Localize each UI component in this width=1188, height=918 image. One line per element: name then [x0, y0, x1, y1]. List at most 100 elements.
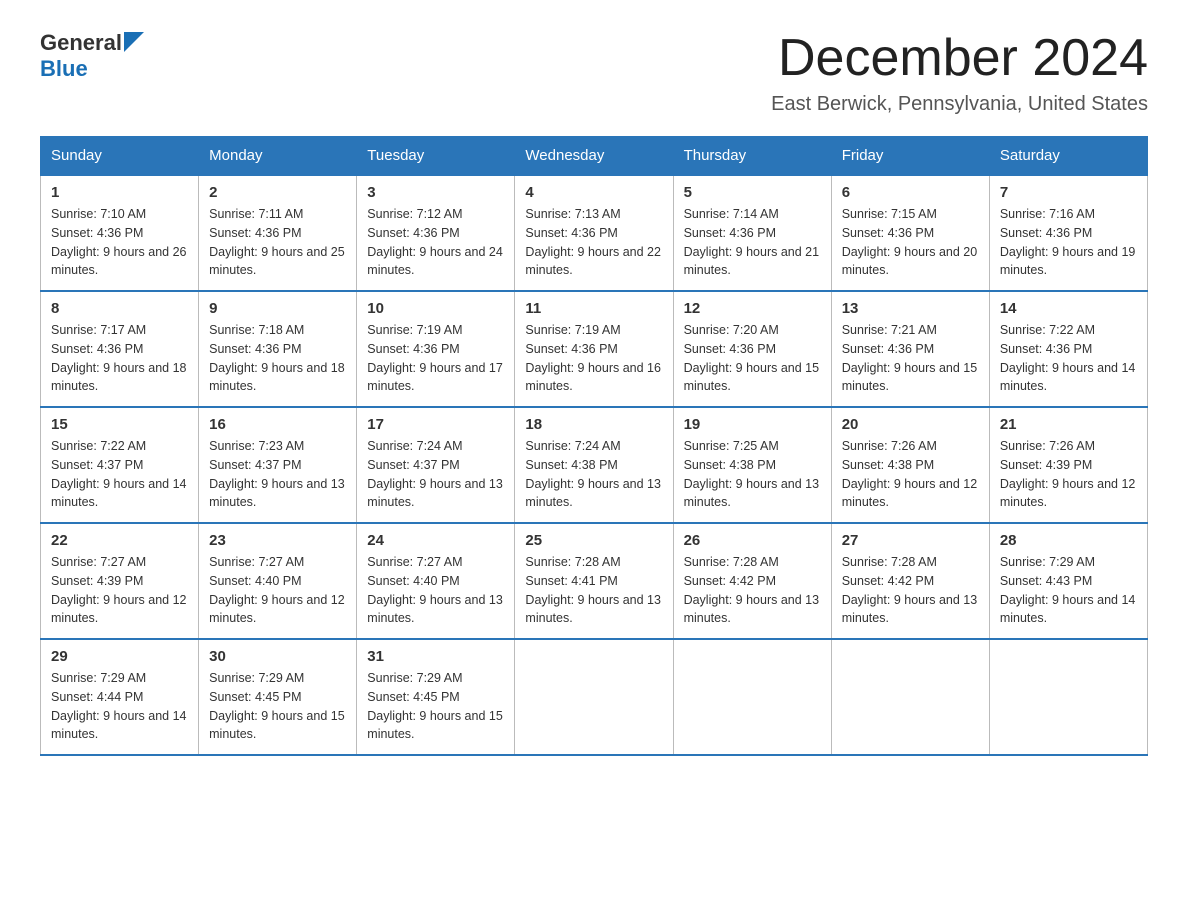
day-info: Sunrise: 7:26 AM Sunset: 4:38 PM Dayligh…: [842, 437, 979, 512]
sunrise-label: Sunrise:: [684, 439, 730, 453]
sunrise-label: Sunrise:: [684, 555, 730, 569]
sunrise-label: Sunrise:: [1000, 555, 1046, 569]
day-number: 12: [684, 300, 821, 317]
calendar-cell: 30 Sunrise: 7:29 AM Sunset: 4:45 PM Dayl…: [199, 639, 357, 755]
calendar-cell: 22 Sunrise: 7:27 AM Sunset: 4:39 PM Dayl…: [41, 523, 199, 639]
daylight-label: Daylight:: [209, 477, 258, 491]
page-header: General Blue December 2024 East Berwick,…: [40, 30, 1148, 116]
day-number: 24: [367, 532, 504, 549]
daylight-label: Daylight:: [367, 709, 416, 723]
sunrise-label: Sunrise:: [51, 323, 97, 337]
sunset-label: Sunset:: [525, 226, 567, 240]
day-number: 1: [51, 184, 188, 201]
sunset-label: Sunset:: [367, 458, 409, 472]
sunrise-label: Sunrise:: [367, 439, 413, 453]
sunset-label: Sunset:: [367, 342, 409, 356]
calendar-cell: 14 Sunrise: 7:22 AM Sunset: 4:36 PM Dayl…: [989, 291, 1147, 407]
calendar-cell: 25 Sunrise: 7:28 AM Sunset: 4:41 PM Dayl…: [515, 523, 673, 639]
calendar-cell: [515, 639, 673, 755]
day-info: Sunrise: 7:27 AM Sunset: 4:40 PM Dayligh…: [209, 553, 346, 628]
title-section: December 2024 East Berwick, Pennsylvania…: [771, 30, 1148, 116]
sunset-label: Sunset:: [842, 226, 884, 240]
daylight-label: Daylight:: [684, 477, 733, 491]
sunset-label: Sunset:: [51, 226, 93, 240]
weekday-header-sunday: Sunday: [41, 137, 199, 176]
day-number: 26: [684, 532, 821, 549]
day-info: Sunrise: 7:22 AM Sunset: 4:37 PM Dayligh…: [51, 437, 188, 512]
weekday-header-friday: Friday: [831, 137, 989, 176]
daylight-label: Daylight:: [209, 361, 258, 375]
calendar-cell: 1 Sunrise: 7:10 AM Sunset: 4:36 PM Dayli…: [41, 175, 199, 291]
sunset-label: Sunset:: [209, 226, 251, 240]
calendar-cell: 9 Sunrise: 7:18 AM Sunset: 4:36 PM Dayli…: [199, 291, 357, 407]
sunset-label: Sunset:: [684, 458, 726, 472]
location-subtitle: East Berwick, Pennsylvania, United State…: [771, 93, 1148, 116]
logo: General Blue: [40, 30, 144, 82]
day-info: Sunrise: 7:24 AM Sunset: 4:38 PM Dayligh…: [525, 437, 662, 512]
day-number: 21: [1000, 416, 1137, 433]
sunset-label: Sunset:: [1000, 342, 1042, 356]
day-number: 6: [842, 184, 979, 201]
sunrise-label: Sunrise:: [51, 671, 97, 685]
sunset-label: Sunset:: [1000, 574, 1042, 588]
day-info: Sunrise: 7:15 AM Sunset: 4:36 PM Dayligh…: [842, 205, 979, 280]
calendar-week-5: 29 Sunrise: 7:29 AM Sunset: 4:44 PM Dayl…: [41, 639, 1148, 755]
day-info: Sunrise: 7:27 AM Sunset: 4:40 PM Dayligh…: [367, 553, 504, 628]
daylight-label: Daylight:: [684, 245, 733, 259]
daylight-label: Daylight:: [51, 477, 100, 491]
sunrise-label: Sunrise:: [367, 671, 413, 685]
sunrise-label: Sunrise:: [525, 323, 571, 337]
daylight-label: Daylight:: [842, 361, 891, 375]
sunrise-label: Sunrise:: [367, 323, 413, 337]
day-number: 17: [367, 416, 504, 433]
sunrise-label: Sunrise:: [684, 323, 730, 337]
calendar-cell: 28 Sunrise: 7:29 AM Sunset: 4:43 PM Dayl…: [989, 523, 1147, 639]
sunrise-label: Sunrise:: [525, 555, 571, 569]
day-number: 5: [684, 184, 821, 201]
sunrise-label: Sunrise:: [51, 207, 97, 221]
sunset-label: Sunset:: [209, 690, 251, 704]
day-number: 27: [842, 532, 979, 549]
calendar-cell: 23 Sunrise: 7:27 AM Sunset: 4:40 PM Dayl…: [199, 523, 357, 639]
calendar-cell: 20 Sunrise: 7:26 AM Sunset: 4:38 PM Dayl…: [831, 407, 989, 523]
daylight-label: Daylight:: [525, 593, 574, 607]
day-info: Sunrise: 7:28 AM Sunset: 4:42 PM Dayligh…: [684, 553, 821, 628]
day-info: Sunrise: 7:22 AM Sunset: 4:36 PM Dayligh…: [1000, 321, 1137, 396]
daylight-label: Daylight:: [367, 477, 416, 491]
daylight-label: Daylight:: [1000, 361, 1049, 375]
day-info: Sunrise: 7:29 AM Sunset: 4:43 PM Dayligh…: [1000, 553, 1137, 628]
sunrise-label: Sunrise:: [842, 323, 888, 337]
day-info: Sunrise: 7:29 AM Sunset: 4:45 PM Dayligh…: [209, 669, 346, 744]
day-number: 7: [1000, 184, 1137, 201]
sunrise-label: Sunrise:: [1000, 439, 1046, 453]
day-number: 8: [51, 300, 188, 317]
calendar-cell: 5 Sunrise: 7:14 AM Sunset: 4:36 PM Dayli…: [673, 175, 831, 291]
logo-triangle-icon: [124, 32, 144, 52]
day-info: Sunrise: 7:24 AM Sunset: 4:37 PM Dayligh…: [367, 437, 504, 512]
daylight-label: Daylight:: [51, 709, 100, 723]
calendar-cell: [831, 639, 989, 755]
sunset-label: Sunset:: [684, 226, 726, 240]
day-info: Sunrise: 7:21 AM Sunset: 4:36 PM Dayligh…: [842, 321, 979, 396]
daylight-label: Daylight:: [51, 593, 100, 607]
day-number: 15: [51, 416, 188, 433]
logo-blue-text: Blue: [40, 56, 88, 81]
day-number: 25: [525, 532, 662, 549]
day-info: Sunrise: 7:25 AM Sunset: 4:38 PM Dayligh…: [684, 437, 821, 512]
sunset-label: Sunset:: [51, 574, 93, 588]
day-info: Sunrise: 7:23 AM Sunset: 4:37 PM Dayligh…: [209, 437, 346, 512]
sunrise-label: Sunrise:: [51, 439, 97, 453]
calendar-cell: 18 Sunrise: 7:24 AM Sunset: 4:38 PM Dayl…: [515, 407, 673, 523]
day-info: Sunrise: 7:18 AM Sunset: 4:36 PM Dayligh…: [209, 321, 346, 396]
sunset-label: Sunset:: [209, 458, 251, 472]
day-number: 14: [1000, 300, 1137, 317]
weekday-header-tuesday: Tuesday: [357, 137, 515, 176]
daylight-label: Daylight:: [525, 477, 574, 491]
daylight-label: Daylight:: [209, 709, 258, 723]
day-info: Sunrise: 7:17 AM Sunset: 4:36 PM Dayligh…: [51, 321, 188, 396]
sunset-label: Sunset:: [367, 574, 409, 588]
sunset-label: Sunset:: [684, 574, 726, 588]
calendar-cell: 29 Sunrise: 7:29 AM Sunset: 4:44 PM Dayl…: [41, 639, 199, 755]
calendar-cell: 8 Sunrise: 7:17 AM Sunset: 4:36 PM Dayli…: [41, 291, 199, 407]
day-number: 13: [842, 300, 979, 317]
